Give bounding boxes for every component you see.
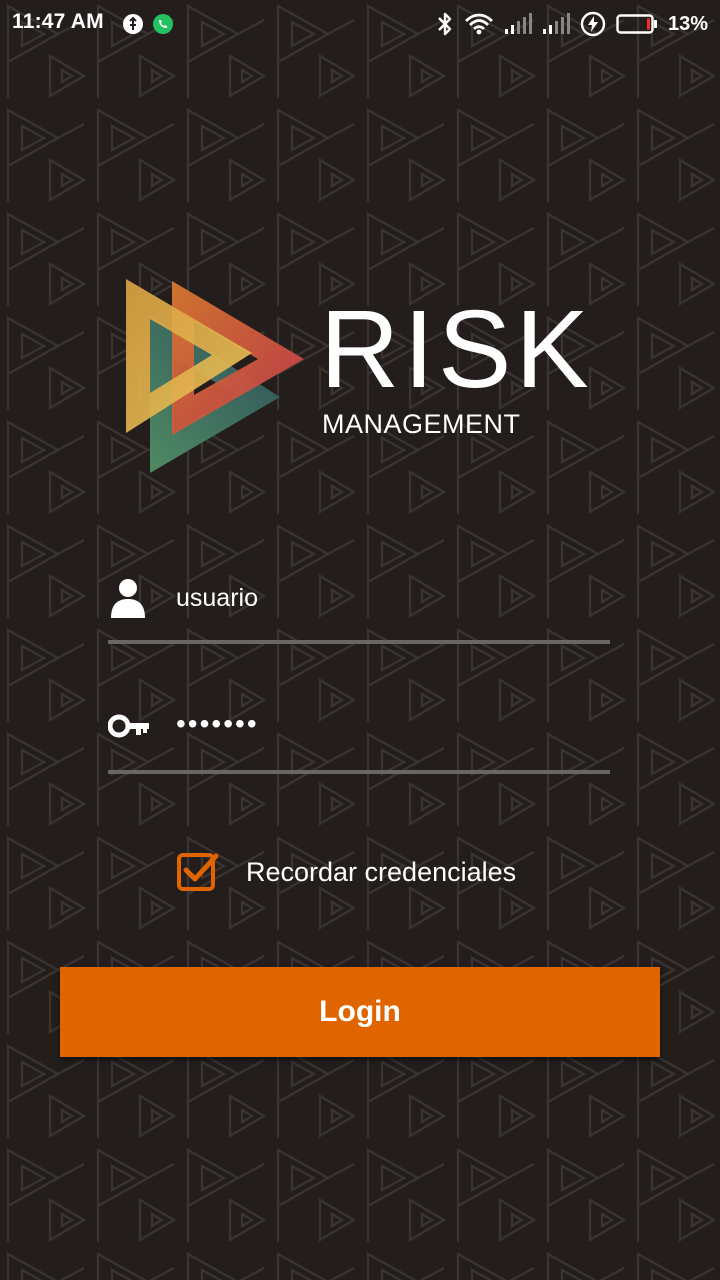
logo-subtitle: MANAGEMENT — [322, 409, 521, 439]
key-icon — [108, 714, 149, 738]
logo-wordmark: RISK — [320, 288, 593, 411]
battery-icon — [616, 14, 657, 34]
remember-label: Recordar credenciales — [246, 856, 517, 887]
status-system-icons: 13% — [436, 10, 708, 38]
app-logo: RISK MANAGEMENT — [122, 275, 612, 480]
status-bar: 11:47 AM 13% — [0, 0, 720, 50]
status-notification-icons — [122, 12, 174, 36]
battery-percent: 13% — [667, 12, 708, 35]
logo-triangles-icon — [126, 279, 304, 473]
status-time: 11:47 AM — [12, 10, 104, 33]
remember-credentials[interactable]: Recordar credenciales — [176, 848, 516, 896]
username-input[interactable]: usuario — [176, 584, 258, 613]
username-underline — [108, 640, 610, 644]
bluetooth-icon — [438, 12, 452, 36]
username-field[interactable]: usuario — [108, 574, 610, 644]
signal-icon — [504, 13, 532, 34]
password-underline — [108, 770, 610, 774]
usb-debug-icon — [123, 14, 143, 34]
login-button[interactable]: Login — [60, 967, 660, 1057]
login-screen: 11:47 AM 13% RISK MANAGEMENT usuario •••… — [0, 0, 720, 1280]
signal-icon — [542, 13, 570, 34]
remember-checkbox[interactable] — [176, 850, 220, 894]
whatsapp-icon — [153, 14, 173, 34]
wifi-icon — [464, 13, 493, 35]
charging-icon — [580, 11, 606, 37]
password-input[interactable]: ••••••• — [176, 708, 259, 740]
user-icon — [111, 579, 145, 618]
password-field[interactable]: ••••••• — [108, 704, 610, 774]
